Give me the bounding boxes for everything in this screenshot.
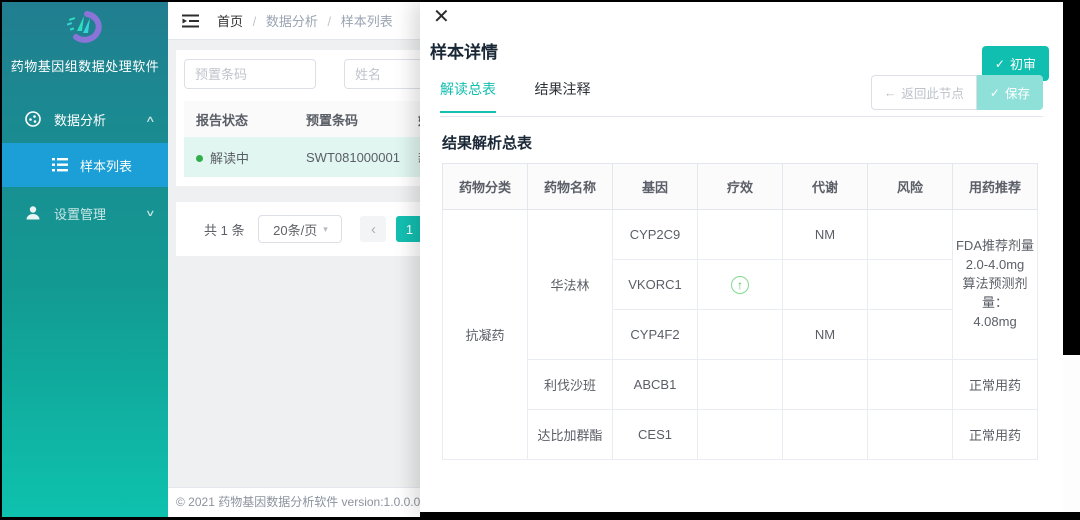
- detail-title: 样本详情: [430, 38, 1063, 63]
- breadcrumb-home[interactable]: 首页: [217, 14, 243, 29]
- sample-detail-panel: ✕ 样本详情 ✓ 初审 解读总表 结果注释 ← 返回此节点 ✓ 保存 结果解析总…: [420, 2, 1063, 512]
- status-dot-icon: [196, 155, 203, 162]
- gene-cell: CYP4F2: [613, 310, 698, 360]
- screenshot-edge-artifact: [1063, 355, 1080, 512]
- drug-cell: 达比加群酯: [528, 410, 613, 460]
- risk-cell: [868, 360, 953, 410]
- topbar: 首页 / 数据分析 / 样本列表: [168, 2, 420, 40]
- logo-icon: [63, 9, 107, 47]
- pagination: 共 1 条 20条/页 ▾ ‹ 1: [176, 202, 420, 256]
- table-row: 利伐沙班 ABCB1 正常用药: [443, 360, 1038, 410]
- app-logo: [2, 2, 168, 47]
- col-gene: 基因: [613, 164, 698, 210]
- drug-cell: 华法林: [528, 210, 613, 360]
- gene-cell: VKORC1: [613, 260, 698, 310]
- breadcrumb-sample-list: 样本列表: [341, 14, 393, 29]
- metabolism-cell: NM: [783, 310, 868, 360]
- close-icon[interactable]: ✕: [433, 7, 450, 27]
- metabolism-cell: NM: [783, 210, 868, 260]
- efficacy-cell: [698, 210, 783, 260]
- app-title: 药物基因组数据处理软件: [2, 56, 168, 75]
- sample-table: 报告状态 预置条码 姓名 解读中 SWT081000001 新疆: [184, 101, 420, 177]
- breadcrumb: 首页 / 数据分析 / 样本列表: [217, 11, 393, 30]
- sidebar: 药物基因组数据处理软件 数据分析 ∧ 样本: [2, 2, 168, 517]
- col-metabolism: 代谢: [783, 164, 868, 210]
- efficacy-up-icon: ↑: [731, 276, 749, 294]
- recommendation-cell: FDA推荐剂量 2.0-4.0mg 算法预测剂量： 4.08mg: [953, 210, 1038, 360]
- return-node-button[interactable]: ← 返回此节点: [871, 75, 977, 110]
- return-node-label: 返回此节点: [901, 83, 964, 102]
- col-name: 姓名: [406, 101, 420, 137]
- category-cell: 抗凝药: [443, 210, 528, 460]
- name-cell: 新疆: [406, 137, 420, 177]
- sidebar-item-label: 设置管理: [54, 204, 106, 223]
- status-cell: 解读中: [184, 137, 294, 177]
- filter-and-table-card: 报告状态 预置条码 姓名 解读中 SWT081000001 新疆: [176, 50, 420, 186]
- chevron-up-icon: ∧: [145, 114, 156, 125]
- first-review-label: 初审: [1010, 54, 1036, 73]
- col-drug-name: 药物名称: [528, 164, 613, 210]
- col-report-status: 报告状态: [184, 101, 294, 137]
- table-row: 抗凝药 华法林 CYP2C9 NM FDA推荐剂量 2.0-4.0mg 算法预测…: [443, 210, 1038, 260]
- table-row[interactable]: 解读中 SWT081000001 新疆: [184, 137, 420, 177]
- sidebar-item-data-analysis[interactable]: 数据分析 ∧: [2, 101, 168, 137]
- recommendation-cell: 正常用药: [953, 410, 1038, 460]
- col-recommendation: 用药推荐: [953, 164, 1038, 210]
- tab-result-annotation[interactable]: 结果注释: [534, 79, 590, 111]
- breadcrumb-data-analysis[interactable]: 数据分析: [266, 14, 318, 29]
- barcode-filter-input[interactable]: [184, 59, 316, 89]
- gene-cell: CES1: [613, 410, 698, 460]
- user-icon: [24, 204, 42, 222]
- risk-cell: [868, 310, 953, 360]
- save-label: 保存: [1005, 83, 1030, 102]
- sidebar-item-sample-list[interactable]: 样本列表: [2, 143, 168, 187]
- breadcrumb-separator: /: [253, 14, 257, 29]
- sample-list-panel: 首页 / 数据分析 / 样本列表 报告状态 预置条码 姓名 解读中: [168, 2, 420, 517]
- risk-cell: [868, 410, 953, 460]
- efficacy-cell: [698, 360, 783, 410]
- efficacy-cell: ↑: [698, 260, 783, 310]
- metabolism-cell: [783, 410, 868, 460]
- check-icon: ✓: [990, 86, 1000, 100]
- tab-interpretation-summary[interactable]: 解读总表: [440, 79, 496, 113]
- chevron-down-icon: ∨: [145, 208, 156, 219]
- col-barcode: 预置条码: [294, 101, 406, 137]
- efficacy-cell: [698, 310, 783, 360]
- check-icon: ✓: [995, 57, 1005, 71]
- page-1-button[interactable]: 1: [396, 216, 420, 242]
- left-arrow-icon: ←: [884, 86, 897, 100]
- recommendation-cell: 正常用药: [953, 360, 1038, 410]
- barcode-cell: SWT081000001: [294, 137, 406, 177]
- sidebar-item-label: 样本列表: [80, 156, 132, 175]
- list-icon: [52, 158, 68, 172]
- risk-cell: [868, 260, 953, 310]
- risk-cell: [868, 210, 953, 260]
- sidebar-item-settings[interactable]: 设置管理 ∨: [2, 195, 168, 231]
- efficacy-cell: [698, 410, 783, 460]
- col-efficacy: 疗效: [698, 164, 783, 210]
- prev-page-button[interactable]: ‹: [360, 216, 386, 242]
- copyright-footer: © 2021 药物基因数据分析软件 version:1.0.0.0: [168, 487, 420, 517]
- save-button[interactable]: ✓ 保存: [977, 75, 1043, 110]
- col-risk: 风险: [868, 164, 953, 210]
- sidebar-item-label: 数据分析: [54, 110, 106, 129]
- page-size-select[interactable]: 20条/页 ▾: [258, 215, 342, 243]
- drug-cell: 利伐沙班: [528, 360, 613, 410]
- gene-cell: CYP2C9: [613, 210, 698, 260]
- page-size-value: 20条/页: [273, 220, 317, 239]
- data-analysis-icon: [24, 110, 42, 128]
- pagination-total: 共 1 条: [204, 220, 244, 239]
- section-title: 结果解析总表: [442, 132, 1063, 153]
- gene-cell: ABCB1: [613, 360, 698, 410]
- chevron-down-icon: ▾: [323, 224, 328, 235]
- metabolism-cell: [783, 360, 868, 410]
- breadcrumb-separator: /: [328, 14, 332, 29]
- name-filter-input[interactable]: [344, 59, 420, 89]
- menu-fold-icon[interactable]: [182, 14, 199, 28]
- gene-result-table: 药物分类 药物名称 基因 疗效 代谢 风险 用药推荐 抗凝药 华法林 CYP2C…: [442, 163, 1038, 460]
- col-drug-category: 药物分类: [443, 164, 528, 210]
- metabolism-cell: [783, 260, 868, 310]
- table-row: 达比加群酯 CES1 正常用药: [443, 410, 1038, 460]
- detail-tabs: 解读总表 结果注释 ← 返回此节点 ✓ 保存: [440, 79, 1043, 117]
